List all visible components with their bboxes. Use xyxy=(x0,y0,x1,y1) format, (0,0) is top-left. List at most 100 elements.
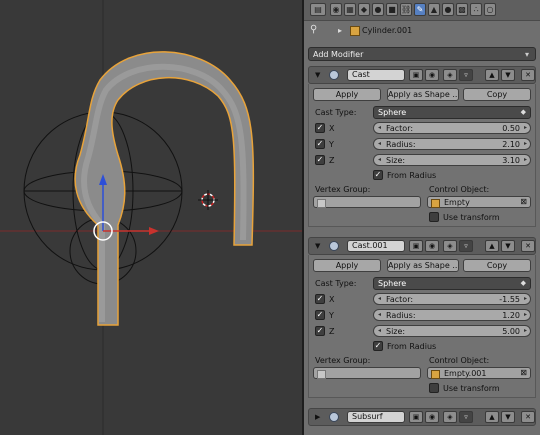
modifiers-tab-wrench-icon[interactable]: ✎ xyxy=(414,3,426,16)
vertex-group-field[interactable] xyxy=(313,367,421,379)
copy-button[interactable]: Copy xyxy=(463,259,531,272)
increment-arrow-icon[interactable]: ▸ xyxy=(524,311,527,318)
control-object-field[interactable]: Empty ⊠ xyxy=(427,196,531,208)
edit-mode-toggle-icon[interactable]: ▣ xyxy=(409,69,423,81)
data-tab-icon[interactable]: ▲ xyxy=(428,3,440,16)
move-down-icon[interactable]: ▼ xyxy=(501,69,515,81)
use-transform-label: Use transform xyxy=(443,384,500,393)
radius-field[interactable]: ◂ Radius: 1.20 ▸ xyxy=(373,309,531,321)
increment-arrow-icon[interactable]: ▸ xyxy=(524,327,527,334)
move-up-icon[interactable]: ▲ xyxy=(485,69,499,81)
decrement-arrow-icon[interactable]: ◂ xyxy=(378,311,381,318)
pin-icon[interactable]: ⚲ xyxy=(310,24,317,35)
edit-mode-toggle-icon[interactable]: ▣ xyxy=(409,411,423,423)
radius-value: 2.10 xyxy=(502,140,520,149)
move-up-icon[interactable]: ▲ xyxy=(485,240,499,252)
x-arrow-head-icon[interactable] xyxy=(149,227,159,235)
use-transform-checkbox[interactable] xyxy=(429,383,439,393)
render-toggle-camera-icon[interactable]: ◈ xyxy=(443,240,457,252)
remove-modifier-close-icon[interactable]: ✕ xyxy=(521,69,535,81)
increment-arrow-icon[interactable]: ▸ xyxy=(524,295,527,302)
3d-cursor-icon[interactable] xyxy=(198,190,218,210)
decrement-arrow-icon[interactable]: ◂ xyxy=(378,327,381,334)
texture-tab-icon[interactable]: ▩ xyxy=(456,3,468,16)
object-tab-icon[interactable]: ■ xyxy=(386,3,398,16)
edit-mode-toggle-icon[interactable]: ▣ xyxy=(409,240,423,252)
move-up-icon[interactable]: ▲ xyxy=(485,411,499,423)
apply-as-shape-button[interactable]: Apply as Shape ... xyxy=(387,88,459,101)
axis-z-checkbox[interactable]: ✓ xyxy=(315,326,325,336)
realtime-display-eye-icon[interactable]: ◉ xyxy=(425,411,439,423)
increment-arrow-icon[interactable]: ▸ xyxy=(524,156,527,163)
context-tab-row: ▤ ◉ ▦ ◆ ● ■ ⛓ ✎ ▲ ● ▩ ∴ ○ xyxy=(304,0,540,21)
size-label: Size: xyxy=(386,327,406,336)
material-tab-icon[interactable]: ● xyxy=(442,3,454,16)
editor-type-icon[interactable]: ▤ xyxy=(310,3,326,16)
copy-button[interactable]: Copy xyxy=(463,88,531,101)
move-down-icon[interactable]: ▼ xyxy=(501,411,515,423)
axis-x-checkbox[interactable]: ✓ xyxy=(315,294,325,304)
layers-tab-icon[interactable]: ▦ xyxy=(344,3,356,16)
collapse-triangle-icon[interactable]: ▼ xyxy=(315,71,320,79)
radius-label: Radius: xyxy=(386,311,416,320)
apply-button[interactable]: Apply xyxy=(313,88,381,101)
cage-toggle-icon[interactable]: ▿ xyxy=(459,69,473,81)
from-radius-label: From Radius xyxy=(387,171,437,180)
from-radius-checkbox[interactable]: ✓ xyxy=(373,170,383,180)
increment-arrow-icon[interactable]: ▸ xyxy=(524,124,527,131)
decrement-arrow-icon[interactable]: ◂ xyxy=(378,295,381,302)
apply-button[interactable]: Apply xyxy=(313,259,381,272)
cage-toggle-icon[interactable]: ▿ xyxy=(459,240,473,252)
modifier-header[interactable]: ▶ Subsurf ▣ ◉ ◈ ▿ ▲ ▼ ✕ xyxy=(308,408,536,426)
factor-value: 0.50 xyxy=(502,124,520,133)
factor-field[interactable]: ◂ Factor: 0.50 ▸ xyxy=(373,122,531,134)
physics-tab-icon[interactable]: ○ xyxy=(484,3,496,16)
viewport-canvas[interactable] xyxy=(0,0,302,435)
size-field[interactable]: ◂ Size: 5.00 ▸ xyxy=(373,325,531,337)
from-radius-checkbox[interactable]: ✓ xyxy=(373,341,383,351)
modifier-header[interactable]: ▼ Cast.001 ▣ ◉ ◈ ▿ ▲ ▼ ✕ xyxy=(308,237,536,255)
decrement-arrow-icon[interactable]: ◂ xyxy=(378,156,381,163)
collapse-triangle-icon[interactable]: ▼ xyxy=(315,242,320,250)
remove-modifier-close-icon[interactable]: ✕ xyxy=(521,240,535,252)
clear-field-close-icon[interactable]: ⊠ xyxy=(520,368,527,377)
cast-type-select[interactable]: Sphere ◆ xyxy=(373,106,531,119)
vertex-group-field[interactable] xyxy=(313,196,421,208)
constraints-tab-icon[interactable]: ⛓ xyxy=(400,3,412,16)
decrement-arrow-icon[interactable]: ◂ xyxy=(378,124,381,131)
modifier-name-field[interactable]: Cast.001 xyxy=(347,240,405,252)
3d-viewport[interactable] xyxy=(0,0,302,435)
cast-type-select[interactable]: Sphere ◆ xyxy=(373,277,531,290)
axis-y-checkbox[interactable]: ✓ xyxy=(315,139,325,149)
render-toggle-camera-icon[interactable]: ◈ xyxy=(443,69,457,81)
axis-y-checkbox[interactable]: ✓ xyxy=(315,310,325,320)
increment-arrow-icon[interactable]: ▸ xyxy=(524,140,527,147)
render-tab-icon[interactable]: ◉ xyxy=(330,3,342,16)
particles-tab-icon[interactable]: ∴ xyxy=(470,3,482,16)
decrement-arrow-icon[interactable]: ◂ xyxy=(378,140,381,147)
axis-x-checkbox[interactable]: ✓ xyxy=(315,123,325,133)
realtime-display-eye-icon[interactable]: ◉ xyxy=(425,69,439,81)
apply-as-shape-button[interactable]: Apply as Shape ... xyxy=(387,259,459,272)
control-object-field[interactable]: Empty.001 ⊠ xyxy=(427,367,531,379)
world-tab-icon[interactable]: ● xyxy=(372,3,384,16)
scene-tab-icon[interactable]: ◆ xyxy=(358,3,370,16)
control-object-value: Empty.001 xyxy=(444,369,487,378)
render-toggle-camera-icon[interactable]: ◈ xyxy=(443,411,457,423)
factor-field[interactable]: ◂ Factor: -1.55 ▸ xyxy=(373,293,531,305)
clear-field-close-icon[interactable]: ⊠ xyxy=(520,197,527,206)
realtime-display-eye-icon[interactable]: ◉ xyxy=(425,240,439,252)
move-down-icon[interactable]: ▼ xyxy=(501,240,515,252)
expand-triangle-icon[interactable]: ▶ xyxy=(315,413,320,421)
modifier-name-field[interactable]: Subsurf xyxy=(347,411,405,423)
radius-field[interactable]: ◂ Radius: 2.10 ▸ xyxy=(373,138,531,150)
size-field[interactable]: ◂ Size: 3.10 ▸ xyxy=(373,154,531,166)
remove-modifier-close-icon[interactable]: ✕ xyxy=(521,411,535,423)
use-transform-checkbox[interactable] xyxy=(429,212,439,222)
vertex-group-label: Vertex Group: xyxy=(315,185,371,194)
modifier-header[interactable]: ▼ Cast ▣ ◉ ◈ ▿ ▲ ▼ ✕ xyxy=(308,66,536,84)
modifier-name-field[interactable]: Cast xyxy=(347,69,405,81)
add-modifier-dropdown[interactable]: Add Modifier ▾ xyxy=(308,47,536,61)
cage-toggle-icon[interactable]: ▿ xyxy=(459,411,473,423)
axis-z-checkbox[interactable]: ✓ xyxy=(315,155,325,165)
